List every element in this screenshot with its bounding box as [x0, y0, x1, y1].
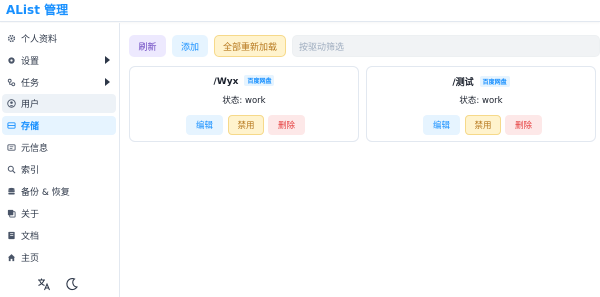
sidebar-item-label: 任务: [21, 79, 40, 89]
sidebar: 个人资料 设置 任务 用户 存储 元信息 索引 备份 & 恢复 关于 文档 主页: [0, 23, 120, 297]
app-title[interactable]: AList 管理: [6, 1, 68, 18]
storage-status: 状态: work: [459, 96, 503, 106]
settings-icon: [6, 56, 16, 66]
sidebar-item-settings[interactable]: 设置: [2, 51, 116, 70]
copy-icon: [6, 209, 16, 219]
sidebar-item-docs[interactable]: 文档: [2, 226, 116, 245]
sidebar-item-users[interactable]: 用户: [2, 94, 116, 113]
storage-card: /测试 百度网盘 状态: work 编辑 禁用 删除: [366, 66, 596, 142]
main-content: 刷新 添加 全部重新加载 按驱动筛选 /Wyx 百度网盘 状态: work 编辑 …: [120, 23, 600, 297]
storage-path: /Wyx: [213, 77, 239, 87]
refresh-button[interactable]: 刷新: [129, 35, 166, 57]
gear-icon: [6, 34, 16, 44]
sidebar-item-backup[interactable]: 备份 & 恢复: [2, 182, 116, 201]
storage-icon: [6, 121, 16, 131]
search-icon: [6, 165, 16, 175]
storage-title: /Wyx 百度网盘: [130, 75, 358, 87]
storage-title: /测试 百度网盘: [367, 75, 595, 88]
edit-button[interactable]: 编辑: [423, 115, 460, 135]
sidebar-item-label: 存储: [21, 122, 40, 132]
database-icon: [6, 187, 16, 197]
delete-button[interactable]: 删除: [505, 115, 542, 135]
disable-button[interactable]: 禁用: [465, 115, 501, 135]
disable-button[interactable]: 禁用: [228, 115, 264, 135]
sidebar-item-label: 备份 & 恢复: [21, 188, 70, 198]
sidebar-item-label: 索引: [21, 166, 40, 176]
sidebar-item-label: 用户: [21, 100, 40, 110]
storage-card: /Wyx 百度网盘 状态: work 编辑 禁用 删除: [129, 66, 359, 142]
sidebar-item-label: 关于: [21, 210, 40, 220]
card-actions: 编辑 禁用 删除: [130, 115, 358, 135]
sidebar-item-label: 元信息: [21, 144, 49, 154]
user-icon: [6, 99, 16, 109]
moon-icon[interactable]: [65, 277, 79, 291]
sidebar-item-label: 设置: [21, 57, 40, 67]
card-actions: 编辑 禁用 删除: [367, 115, 595, 135]
sidebar-item-label: 文档: [21, 232, 40, 242]
chevron-right-icon: [105, 78, 110, 86]
sidebar-item-label: 个人资料: [21, 35, 58, 45]
delete-button[interactable]: 删除: [268, 115, 305, 135]
storage-path: /测试: [452, 78, 474, 88]
sidebar-item-index[interactable]: 索引: [2, 160, 116, 179]
task-icon: [6, 78, 16, 88]
sidebar-item-meta[interactable]: 元信息: [2, 138, 116, 157]
storage-status: 状态: work: [222, 96, 266, 106]
driver-badge: 百度网盘: [479, 76, 510, 87]
reload-all-button[interactable]: 全部重新加载: [214, 35, 286, 57]
chevron-right-icon: [105, 56, 110, 64]
top-header: AList 管理: [0, 0, 600, 22]
sidebar-item-profile[interactable]: 个人资料: [2, 29, 116, 48]
add-button[interactable]: 添加: [172, 35, 208, 57]
driver-badge: 百度网盘: [244, 75, 275, 86]
sidebar-item-label: 主页: [21, 254, 40, 264]
filter-input[interactable]: 按驱动筛选: [292, 35, 600, 57]
sidebar-footer: [0, 271, 119, 297]
edit-button[interactable]: 编辑: [186, 115, 223, 135]
meta-icon: [6, 143, 16, 153]
sidebar-item-tasks[interactable]: 任务: [2, 73, 116, 92]
sidebar-item-about[interactable]: 关于: [2, 204, 116, 223]
translate-icon[interactable]: [37, 277, 51, 291]
sidebar-item-home[interactable]: 主页: [2, 248, 116, 267]
book-icon: [6, 231, 16, 241]
home-icon: [6, 253, 16, 263]
sidebar-item-storage[interactable]: 存储: [2, 116, 116, 135]
